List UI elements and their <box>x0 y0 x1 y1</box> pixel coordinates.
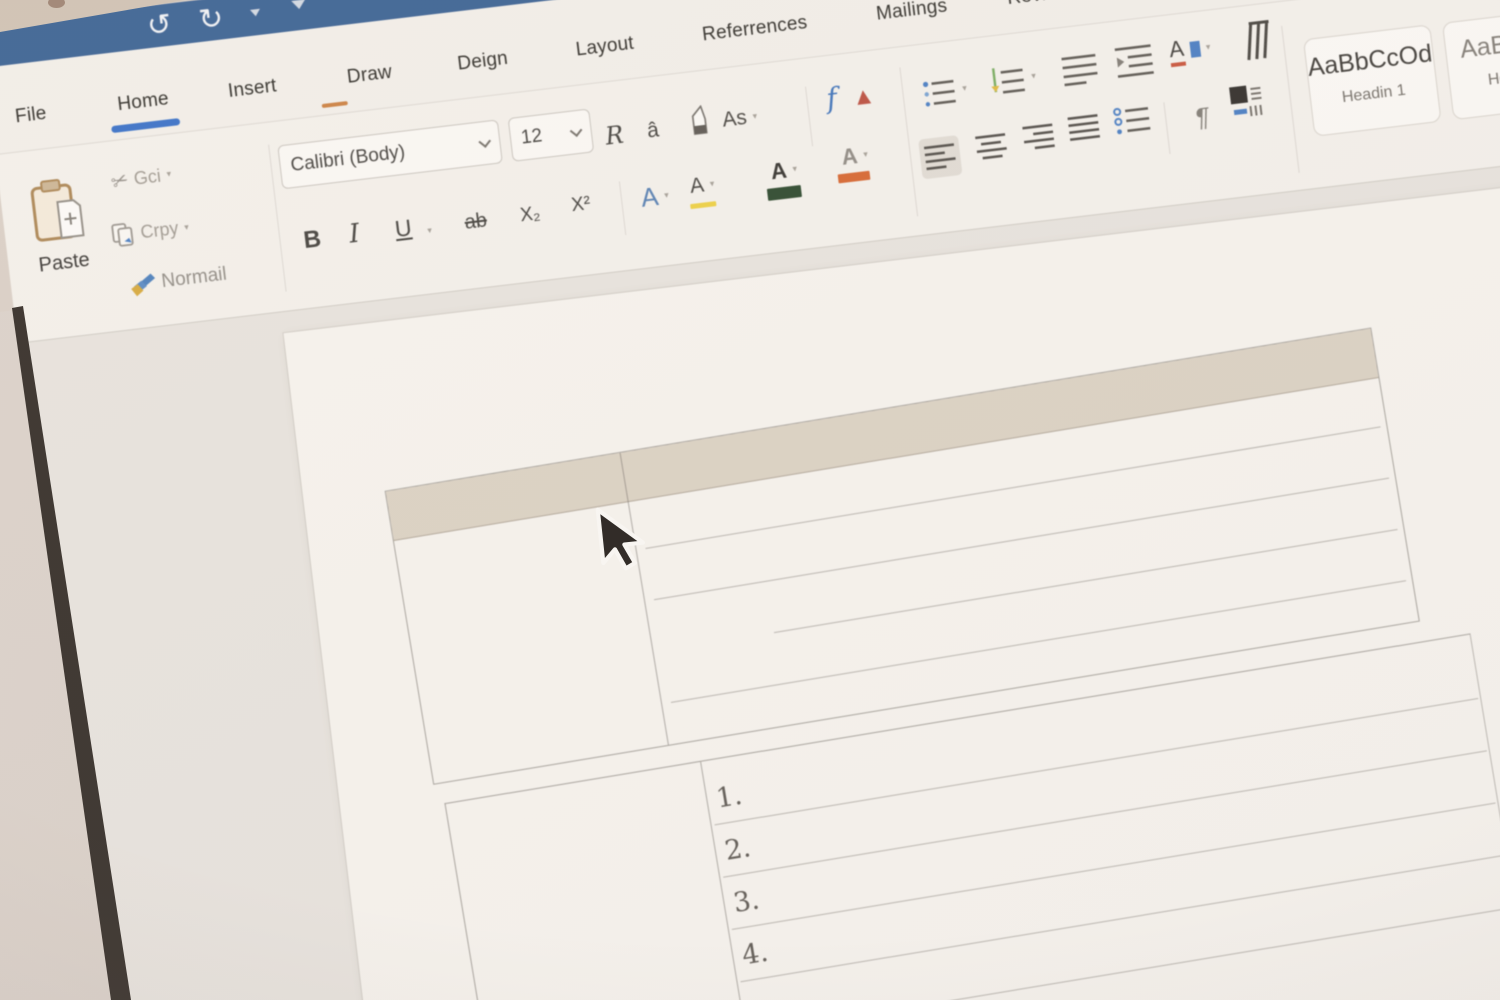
tab-mailings[interactable]: Mailings <box>875 0 948 26</box>
redo-icon[interactable]: ↻ <box>197 0 225 37</box>
blank-write-line[interactable] <box>749 907 1500 1000</box>
list-number: 2. <box>722 832 754 867</box>
tab-layout[interactable]: Layout <box>575 33 635 62</box>
numbered-list-icon[interactable] <box>988 63 1028 101</box>
highlight-color-button[interactable]: A ▾ <box>689 172 716 199</box>
cut-button[interactable]: ✂ Gci ▾ <box>107 162 173 195</box>
chevron-down-icon <box>569 123 583 137</box>
chevron-down-icon: ▾ <box>166 169 172 180</box>
blank-write-line[interactable] <box>653 477 1390 601</box>
tab-referrences[interactable]: Referrences <box>701 12 809 46</box>
list-number: 1. <box>713 779 745 815</box>
align-right-icon[interactable] <box>1021 122 1056 154</box>
copy-icon <box>111 223 134 247</box>
arrow-cursor <box>595 507 645 571</box>
chevron-down-icon: ▾ <box>792 164 798 175</box>
group-divider <box>618 181 627 236</box>
font-color-button[interactable]: A ▾ <box>840 142 869 171</box>
line-spacing-icon[interactable] <box>1112 102 1154 138</box>
chevron-down-icon: ▾ <box>663 190 670 201</box>
chevron-down-icon <box>478 134 491 148</box>
style-name-label: Headin 1 <box>1341 81 1407 107</box>
style-sample-text: AaBbC <box>1458 26 1500 64</box>
font-family-select[interactable]: Calibri (Body) <box>277 119 503 190</box>
fx-button[interactable]: f <box>825 81 839 115</box>
list-number: 3. <box>731 884 762 920</box>
shading-color-swatch <box>766 184 803 201</box>
tab-review[interactable]: Review <box>1006 0 1072 10</box>
text-effects-button[interactable]: A ▾ <box>639 180 670 214</box>
chevron-down-icon: ▾ <box>1205 42 1212 53</box>
font-size-select[interactable]: 12 <box>507 108 595 162</box>
underline-button[interactable]: U <box>393 214 413 243</box>
pilcrow-icon[interactable]: ¶ <box>1195 101 1210 134</box>
grow-font-button[interactable]: R <box>604 121 625 151</box>
tab-deign[interactable]: Deign <box>456 48 509 76</box>
group-divider <box>804 86 814 147</box>
blank-write-line[interactable] <box>731 802 1496 930</box>
style-name-label: Heat <box>1487 67 1500 89</box>
clear-formatting-icon[interactable] <box>689 104 710 137</box>
chevron-down-icon[interactable]: ▾ <box>962 84 968 94</box>
subscript-button[interactable]: X₂ <box>519 203 542 227</box>
group-divider <box>1163 102 1171 155</box>
dropdown-caret-icon[interactable] <box>291 0 307 10</box>
chevron-down-icon[interactable]: ▾ <box>1031 71 1037 81</box>
blank-write-line[interactable] <box>723 750 1487 878</box>
chevron-down-icon: ▾ <box>862 149 869 161</box>
draw-pen-indicator <box>321 101 348 109</box>
align-center-icon[interactable] <box>974 131 1009 163</box>
sort-bar-icon <box>1189 40 1201 58</box>
chevron-down-icon[interactable]: ▾ <box>427 226 433 236</box>
clipboard-paste-icon[interactable] <box>27 175 92 245</box>
superscript-button[interactable]: X² <box>570 193 591 217</box>
chevron-down-icon: ▾ <box>183 222 190 233</box>
group-divider <box>1281 25 1300 173</box>
format-painter-brush-icon <box>131 273 156 297</box>
format-painter-button[interactable]: Normail <box>128 263 228 298</box>
change-case-button[interactable]: As ▾ <box>721 105 759 133</box>
bullet-list-icon[interactable] <box>921 75 959 111</box>
tab-insert[interactable]: Insert <box>227 75 278 103</box>
desk-knot-dot <box>48 0 65 8</box>
blank-write-line[interactable] <box>773 528 1398 634</box>
indent-icon[interactable] <box>1112 41 1156 79</box>
justify-icon[interactable] <box>1066 112 1101 144</box>
paste-button[interactable]: Paste <box>37 249 91 278</box>
chevron-down-icon: ▾ <box>709 179 716 190</box>
tab-draw[interactable]: Draw <box>346 62 393 89</box>
scissors-icon: ✂ <box>107 166 133 195</box>
strikethrough-button[interactable]: ab <box>463 209 488 234</box>
style-card-heading1[interactable]: AaBbCcOd Headin 1 <box>1302 24 1442 137</box>
undo-icon[interactable]: ↺ <box>145 6 173 43</box>
tab-file[interactable]: File <box>14 103 48 129</box>
style-card-heading2[interactable]: AaBbC Heat <box>1441 7 1500 121</box>
paragraph-marks-icon[interactable] <box>1237 19 1275 63</box>
borders-icon[interactable] <box>1228 83 1266 121</box>
shrink-font-button[interactable]: â <box>646 118 660 143</box>
style-sample-text: AaBbCcOd <box>1306 39 1434 82</box>
list-number: 4. <box>739 936 771 972</box>
chevron-down-icon: ▾ <box>752 111 758 123</box>
multilevel-list-icon[interactable] <box>1059 50 1101 88</box>
bold-button[interactable]: B <box>302 225 323 255</box>
align-left-icon[interactable] <box>923 141 958 173</box>
copy-button[interactable]: Crpy ▾ <box>110 215 190 249</box>
italic-button[interactable]: I <box>348 219 362 250</box>
highlight-color-swatch <box>690 201 717 210</box>
tab-home[interactable]: Home <box>116 88 170 116</box>
group-divider <box>899 67 919 217</box>
shading-button[interactable]: A ▾ <box>769 156 798 185</box>
laptop-screen: ↺ ↻ File Home Insert Draw Deign Layout Referre… <box>0 0 1500 1000</box>
sort-button[interactable]: A ▾ <box>1167 33 1212 68</box>
warning-triangle-icon[interactable]: ▲ <box>855 85 871 107</box>
word-app-photo: ↺ ↻ File Home Insert Draw Deign Layout Referre… <box>0 0 1500 1000</box>
blank-write-line[interactable] <box>740 854 1500 983</box>
font-color-swatch <box>837 170 871 184</box>
dropdown-caret-icon[interactable] <box>249 8 261 17</box>
